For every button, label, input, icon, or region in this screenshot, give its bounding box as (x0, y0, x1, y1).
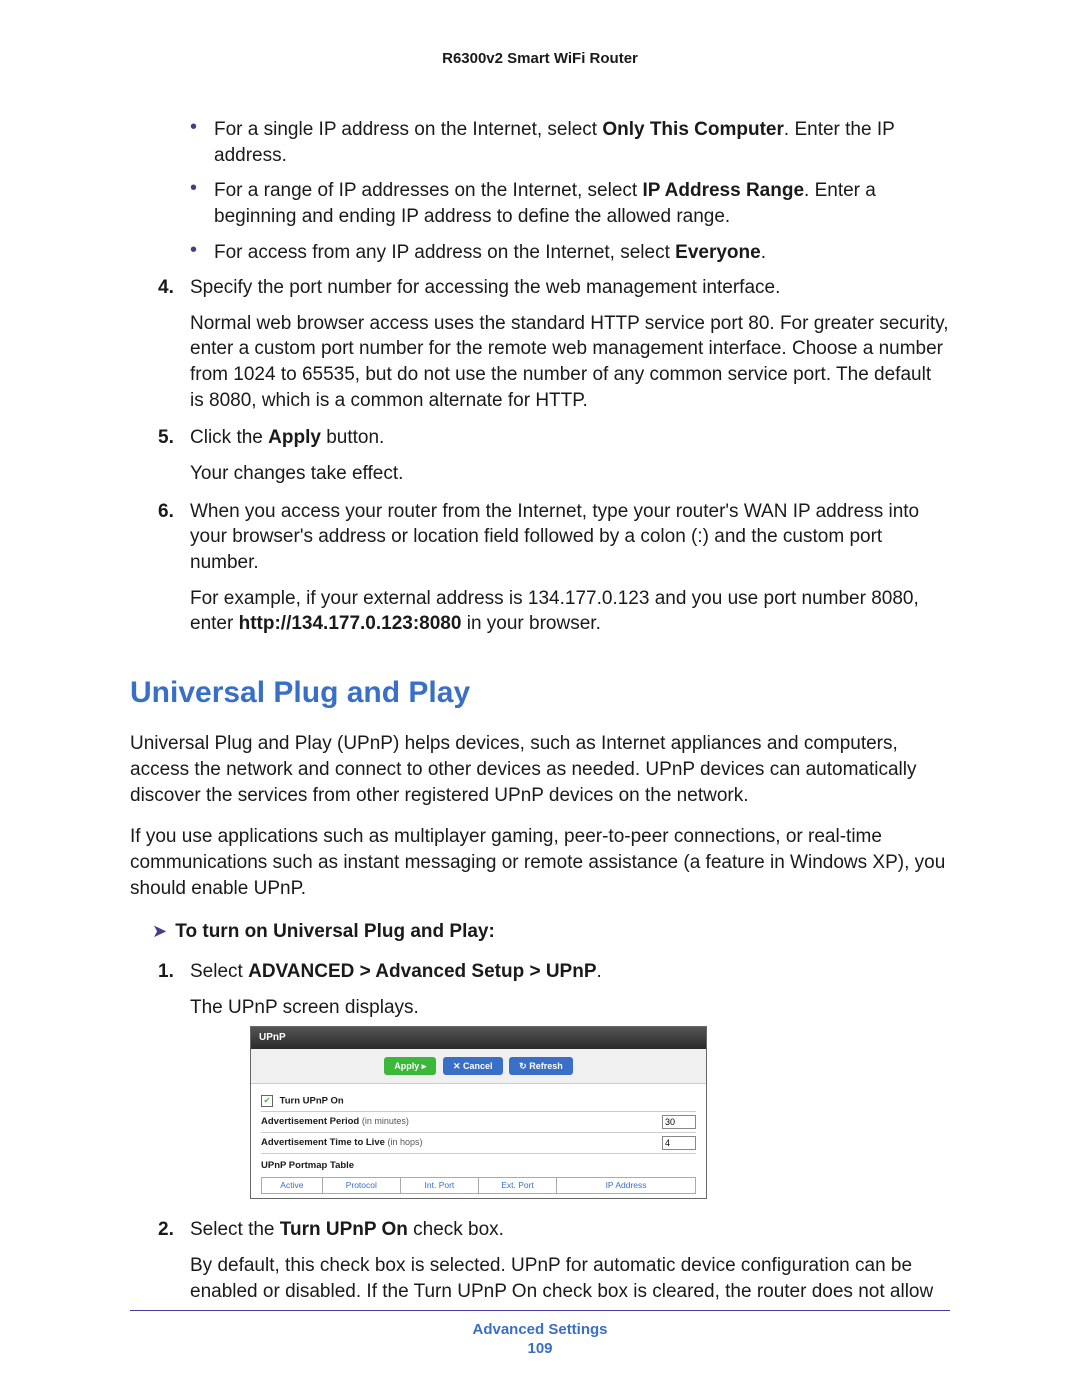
step-number: 1. (158, 959, 174, 985)
step-text: check box. (408, 1219, 504, 1240)
apply-button[interactable]: Apply ▸ (384, 1057, 436, 1075)
step-text: Specify the port number for accessing th… (190, 277, 780, 298)
bullet-item: For a range of IP addresses on the Inter… (190, 178, 950, 229)
step-6: 6. When you access your router from the … (130, 499, 950, 637)
col-protocol: Protocol (322, 1177, 400, 1193)
step-text: Select the (190, 1219, 280, 1240)
step-text: . (597, 961, 602, 982)
step-4: 4. Specify the port number for accessing… (130, 275, 950, 413)
portmap-table-title: UPnP Portmap Table (261, 1160, 696, 1175)
adv-ttl-row: Advertisement Time to Live (in hops) (261, 1133, 696, 1154)
steps-list-a: 4. Specify the port number for accessing… (130, 275, 950, 637)
upnp-form: ✔ Turn UPnP On Advertisement Period (in … (251, 1084, 706, 1199)
steps-list-b: 1. Select ADVANCED > Advanced Setup > UP… (130, 959, 950, 1304)
step-text: Select (190, 961, 248, 982)
refresh-button[interactable]: ↻ Refresh (509, 1057, 573, 1075)
step-2: 2. Select the Turn UPnP On check box. By… (130, 1217, 950, 1304)
arrow-icon: ➤ (152, 919, 170, 943)
bold-text: Only This Computer (602, 119, 784, 140)
step-5: 5. Click the Apply button. Your changes … (130, 425, 950, 486)
cancel-button[interactable]: ✕ Cancel (443, 1057, 503, 1075)
row-units: (in hops) (388, 1137, 423, 1147)
section-heading-upnp: Universal Plug and Play (130, 673, 950, 714)
bullet-text: For a range of IP addresses on the Inter… (214, 180, 642, 201)
ip-options-bullets: For a single IP address on the Internet,… (130, 117, 950, 265)
upnp-paragraph-1: Universal Plug and Play (UPnP) helps dev… (130, 731, 950, 808)
row-label: Advertisement Time to Live (261, 1137, 385, 1148)
upnp-titlebar: UPnP (251, 1027, 706, 1049)
chapter-name: Advanced Settings (130, 1321, 950, 1338)
col-active: Active (262, 1177, 323, 1193)
document-body: For a single IP address on the Internet,… (130, 117, 950, 1304)
upnp-enable-row: ✔ Turn UPnP On (261, 1092, 696, 1112)
page-number: 109 (130, 1340, 950, 1357)
procedure-title: To turn on Universal Plug and Play: (175, 921, 495, 942)
footer-rule (130, 1310, 950, 1311)
bullet-text: . (761, 242, 766, 263)
upnp-toolbar: Apply ▸ ✕ Cancel ↻ Refresh (251, 1049, 706, 1084)
step-1: 1. Select ADVANCED > Advanced Setup > UP… (130, 959, 950, 1200)
bold-text: ADVANCED > Advanced Setup > UPnP (248, 961, 596, 982)
row-units: (in minutes) (362, 1116, 409, 1126)
upnp-paragraph-2: If you use applications such as multipla… (130, 824, 950, 901)
portmap-table: Active Protocol Int. Port Ext. Port IP A… (261, 1177, 696, 1194)
step-text: in your browser. (461, 613, 600, 634)
product-title: R6300v2 Smart WiFi Router (442, 50, 638, 67)
col-int-port: Int. Port (400, 1177, 478, 1193)
upnp-screenshot: UPnP Apply ▸ ✕ Cancel ↻ Refresh ✔ Turn U… (250, 1026, 707, 1199)
adv-period-input[interactable] (662, 1115, 696, 1129)
step-text: button. (321, 427, 384, 448)
step-text: Click the (190, 427, 268, 448)
checkbox-label: Turn UPnP On (280, 1095, 344, 1106)
step-paragraph: Your changes take effect. (190, 461, 950, 487)
procedure-heading: ➤ To turn on Universal Plug and Play: (152, 919, 950, 945)
step-number: 5. (158, 425, 174, 451)
step-number: 6. (158, 499, 174, 525)
bullet-item: For a single IP address on the Internet,… (190, 117, 950, 168)
adv-ttl-input[interactable] (662, 1136, 696, 1150)
turn-upnp-on-checkbox[interactable]: ✔ (261, 1095, 273, 1107)
adv-period-row: Advertisement Period (in minutes) (261, 1112, 696, 1133)
row-label: Advertisement Period (261, 1116, 359, 1127)
step-number: 2. (158, 1217, 174, 1243)
bullet-item: For access from any IP address on the In… (190, 240, 950, 266)
step-paragraph: Normal web browser access uses the stand… (190, 311, 950, 414)
page-footer: Advanced Settings 109 (130, 1302, 950, 1357)
col-ip: IP Address (557, 1177, 696, 1193)
page-header: R6300v2 Smart WiFi Router (130, 50, 950, 67)
step-paragraph: The UPnP screen displays. (190, 995, 950, 1021)
step-paragraph: For example, if your external address is… (190, 586, 950, 637)
col-ext-port: Ext. Port (478, 1177, 556, 1193)
bold-text: http://134.177.0.123:8080 (239, 613, 462, 634)
step-text: When you access your router from the Int… (190, 501, 919, 573)
bullet-text: For a single IP address on the Internet,… (214, 119, 602, 140)
bold-text: Apply (268, 427, 321, 448)
bullet-text: For access from any IP address on the In… (214, 242, 675, 263)
bold-text: IP Address Range (642, 180, 804, 201)
bold-text: Everyone (675, 242, 761, 263)
bold-text: Turn UPnP On (280, 1219, 408, 1240)
step-number: 4. (158, 275, 174, 301)
step-paragraph: By default, this check box is selected. … (190, 1253, 950, 1304)
